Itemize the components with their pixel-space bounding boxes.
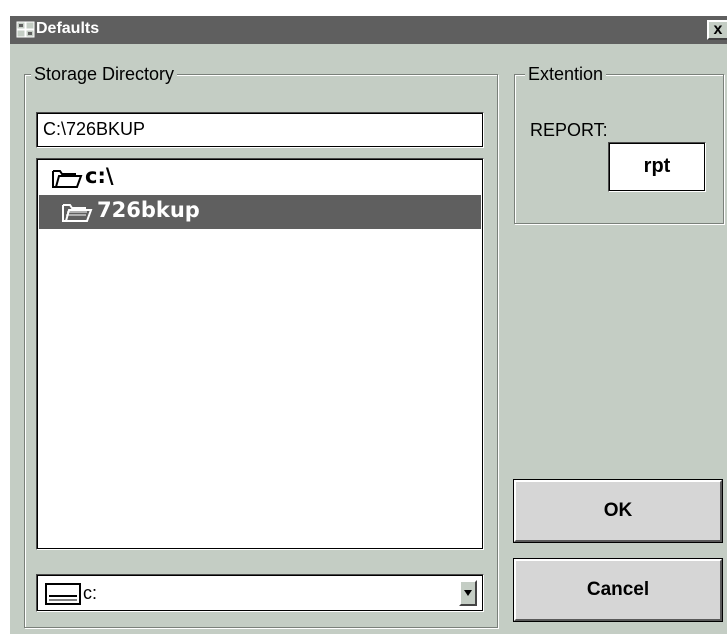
close-button[interactable]: x bbox=[707, 20, 727, 40]
tree-item-label: 726bkup bbox=[97, 198, 200, 222]
drive-select[interactable]: c: bbox=[36, 574, 484, 612]
defaults-dialog: Defaults x Storage Directory C:\726BKUP … bbox=[10, 16, 727, 634]
tree-item-label: c:\ bbox=[85, 164, 114, 188]
drive-dropdown-button[interactable] bbox=[459, 580, 477, 606]
window-title: Defaults bbox=[36, 20, 100, 37]
storage-directory-label: Storage Directory bbox=[31, 63, 178, 85]
extension-group-label: Extention bbox=[525, 63, 607, 85]
open-folder-icon bbox=[52, 170, 83, 188]
app-icon bbox=[16, 21, 35, 38]
report-extension-field[interactable]: rpt bbox=[608, 142, 706, 192]
ok-button[interactable]: OK bbox=[513, 479, 723, 543]
directory-tree-list[interactable]: c:\ 726bkup bbox=[36, 158, 484, 550]
open-folder-icon bbox=[62, 204, 93, 222]
directory-path-field[interactable]: C:\726BKUP bbox=[36, 112, 484, 148]
tree-item-root[interactable]: c:\ bbox=[39, 161, 481, 195]
cancel-button[interactable]: Cancel bbox=[513, 558, 723, 622]
chevron-down-icon bbox=[464, 590, 472, 596]
drive-value: c: bbox=[83, 583, 98, 603]
report-extension-label: REPORT: bbox=[530, 120, 608, 140]
tree-item-726bkup[interactable]: 726bkup bbox=[39, 195, 481, 229]
title-bar[interactable]: Defaults x bbox=[10, 16, 727, 44]
drive-icon bbox=[45, 583, 81, 605]
